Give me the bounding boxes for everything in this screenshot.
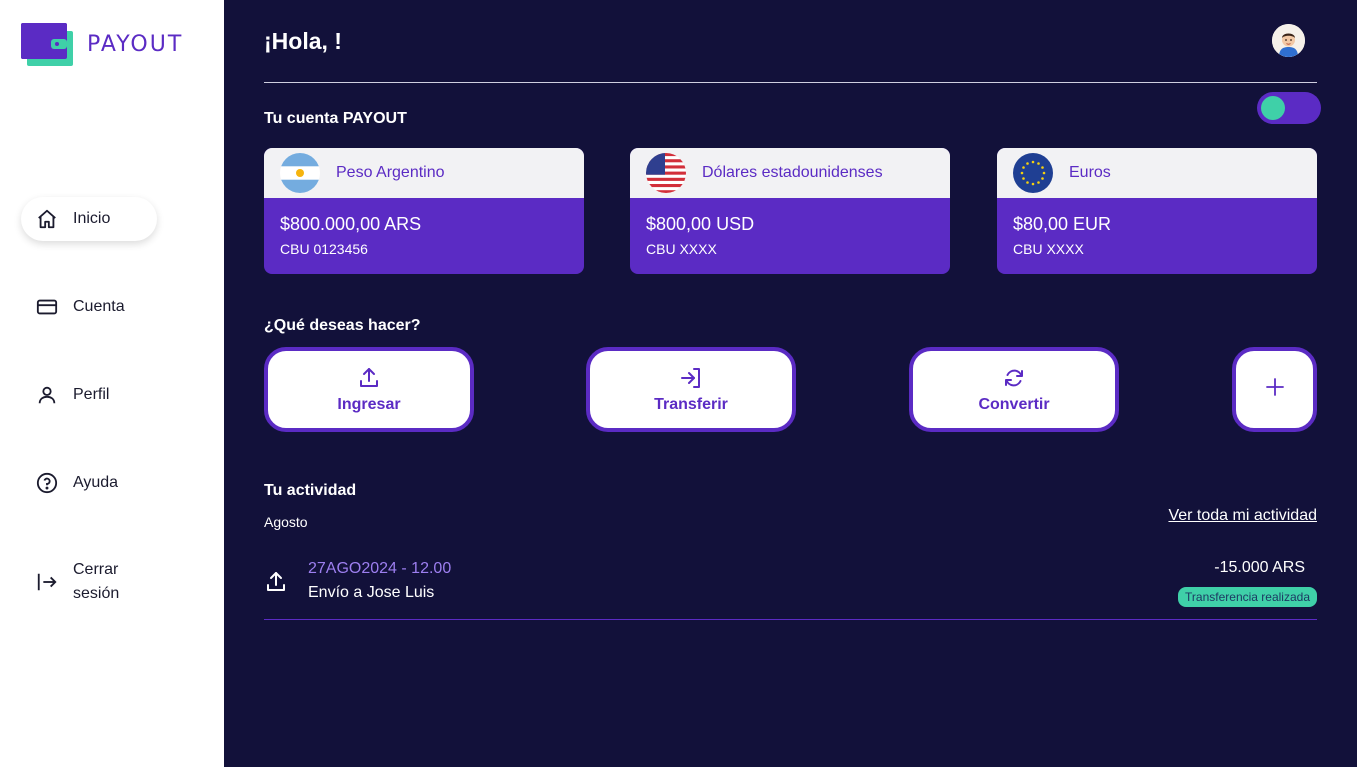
usa-flag-icon: [646, 153, 686, 193]
transfer-icon: [679, 366, 703, 390]
account-cbu: CBU XXXX: [1013, 241, 1084, 257]
user-icon: [35, 383, 59, 407]
activity-title: Tu actividad: [264, 482, 357, 499]
brand-name: PAYOUT: [87, 32, 184, 57]
transaction-amount: -15.000 ARS: [1214, 559, 1305, 576]
home-icon: [35, 207, 59, 231]
upload-icon: [264, 570, 288, 594]
account-cbu: CBU 0123456: [280, 241, 368, 257]
account-cbu: CBU XXXX: [646, 241, 717, 257]
account-currency-name: Peso Argentino: [336, 164, 445, 181]
eu-flag-icon: [1013, 153, 1053, 193]
account-card-eur[interactable]: Euros $80,00 EUR CBU XXXX: [997, 148, 1317, 274]
ingresar-button[interactable]: Ingresar: [264, 347, 474, 432]
more-actions-button[interactable]: [1232, 347, 1317, 432]
argentina-flag-icon: [280, 153, 320, 193]
account-card-header: Peso Argentino: [264, 148, 584, 198]
sidebar-item-label: Perfil: [73, 386, 110, 403]
activity-month: Agosto: [264, 514, 308, 530]
plus-icon: [1263, 375, 1287, 404]
transferir-button[interactable]: Transferir: [586, 347, 796, 432]
sidebar-item-label: Ayuda: [73, 474, 119, 491]
refresh-icon: [1002, 366, 1026, 390]
see-all-activity-link[interactable]: Ver toda mi actividad: [1168, 507, 1317, 525]
sidebar-item-ayuda[interactable]: Ayuda: [21, 461, 134, 505]
account-balance: $800.000,00 ARS: [280, 214, 422, 234]
account-currency-name: Dólares estadounidenses: [702, 164, 883, 181]
convertir-button[interactable]: Convertir: [909, 347, 1119, 432]
header-divider: [264, 82, 1317, 83]
main-content: ¡Hola, ! Tu cuenta PAYOUT Peso Argentino…: [224, 0, 1357, 767]
account-card-usd[interactable]: Dólares estadounidenses $800,00 USD CBU …: [630, 148, 950, 274]
sidebar-item-label: Cuenta: [73, 298, 125, 315]
upload-icon: [357, 366, 381, 390]
sidebar-item-cerrar-sesion[interactable]: Cerrar sesión: [21, 554, 159, 610]
wallet-logo-icon: [21, 23, 73, 66]
action-label: Transferir: [654, 395, 728, 413]
action-label: Ingresar: [337, 395, 401, 413]
status-badge: Transferencia realizada: [1178, 587, 1317, 607]
account-balance: $80,00 EUR: [1013, 214, 1112, 234]
account-card-header: Euros: [997, 148, 1317, 198]
actions-title: ¿Qué deseas hacer?: [264, 317, 421, 334]
avatar[interactable]: [1272, 24, 1305, 57]
sidebar-item-perfil[interactable]: Perfil: [21, 373, 125, 417]
sidebar-item-label: Cerrar sesión: [73, 561, 120, 602]
help-icon: [35, 471, 59, 495]
transaction-description: Envío a Jose Luis: [308, 584, 435, 601]
toggle-knob: [1261, 96, 1285, 120]
sidebar-item-cuenta[interactable]: Cuenta: [21, 285, 141, 329]
sidebar: PAYOUT Inicio Cuenta Perfil Ayuda Cerrar…: [0, 0, 224, 767]
logout-icon: [35, 570, 59, 594]
logo[interactable]: PAYOUT: [21, 23, 183, 66]
accounts-title: Tu cuenta PAYOUT: [264, 110, 407, 127]
page-title: ¡Hola, !: [264, 28, 342, 54]
transaction-divider: [264, 619, 1317, 620]
card-icon: [35, 295, 59, 319]
sidebar-item-label: Inicio: [73, 210, 111, 227]
account-balance: $800,00 USD: [646, 214, 755, 234]
account-card-header: Dólares estadounidenses: [630, 148, 950, 198]
account-card-ars[interactable]: Peso Argentino $800.000,00 ARS CBU 01234…: [264, 148, 584, 274]
sidebar-item-inicio[interactable]: Inicio: [21, 197, 157, 241]
balance-visibility-toggle[interactable]: [1257, 92, 1321, 124]
account-currency-name: Euros: [1069, 164, 1111, 181]
action-label: Convertir: [978, 395, 1050, 413]
transaction-date: 27AGO2024 - 12.00: [308, 560, 452, 577]
